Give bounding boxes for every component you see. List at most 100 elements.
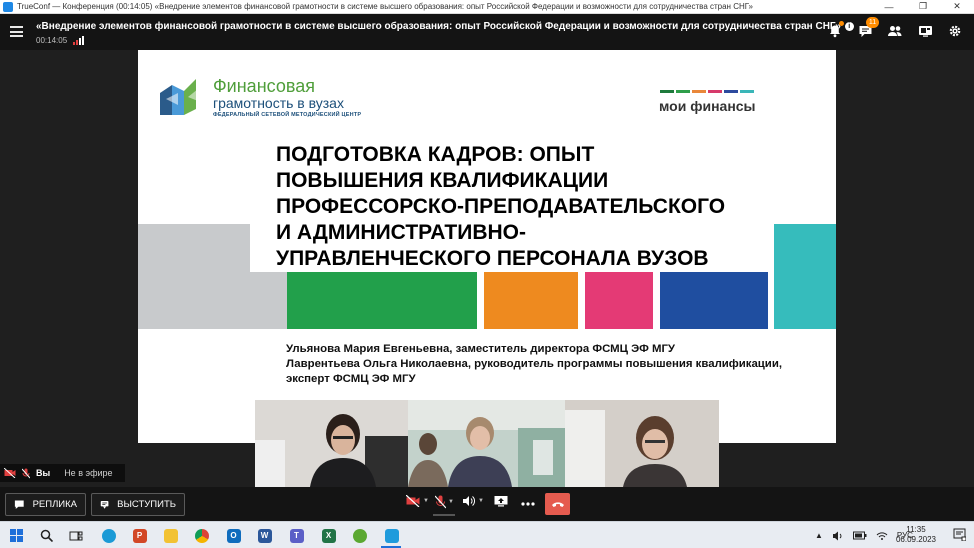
speak-button[interactable]: ВЫСТУПИТЬ (91, 493, 185, 516)
shared-presentation-slide: Финансовая грамотность в вузах ФЕДЕРАЛЬН… (138, 50, 836, 443)
self-status-bar: Вы Не в эфире (0, 464, 125, 482)
call-toolbar: РЕПЛИКА ВЫСТУПИТЬ ▼ ▼ ▼ (0, 487, 974, 521)
camera-toggle[interactable]: ▼ (406, 495, 429, 507)
edge-browser-icon[interactable] (100, 527, 117, 544)
file-explorer-icon[interactable] (162, 527, 179, 544)
chrome-browser-icon[interactable] (193, 527, 210, 544)
speakers-list: Ульянова Мария Евгеньевна, заместитель д… (286, 342, 806, 387)
chevron-down-icon[interactable]: ▼ (423, 498, 429, 504)
participant-3-video (565, 400, 719, 487)
battery-icon[interactable] (852, 531, 867, 540)
speaker-2: Лаврентьева Ольга Николаевна, руководите… (286, 358, 782, 385)
speaker-volume-icon (463, 496, 475, 506)
participant-1-video (255, 400, 408, 487)
chevron-down-icon[interactable]: ▼ (448, 499, 454, 505)
volume-icon[interactable] (832, 531, 844, 541)
speaker-1: Ульянова Мария Евгеньевна, заместитель д… (286, 343, 676, 355)
notifications-bell-icon[interactable] (824, 20, 846, 42)
more-dots-icon (521, 502, 535, 506)
taskbar-clock[interactable]: 11:35 06.09.2023 (896, 525, 936, 545)
chevron-down-icon[interactable]: ▼ (478, 498, 484, 504)
slide-heading-line: ПРОФЕССОРСКО-ПРЕПОДАВАТЕЛЬСКОГО (276, 195, 726, 218)
content-share-icon[interactable] (914, 20, 936, 42)
window-title: TrueConf — Конференция (00:14:05) «Внедр… (17, 2, 753, 11)
mic-off-icon (435, 495, 446, 509)
brand-tagline: ФЕДЕРАЛЬНЫЙ СЕТЕВОЙ МЕТОДИЧЕСКИЙ ЦЕНТР (213, 112, 362, 118)
word-icon[interactable]: W (256, 527, 273, 544)
reply-button[interactable]: РЕПЛИКА (5, 493, 86, 516)
maximize-button[interactable]: ❐ (906, 0, 940, 14)
partner-logo-bar-segment (740, 90, 754, 93)
slide-heading-line: УПРАВЛЕНЧЕСКОГО ПЕРСОНАЛА ВУЗОВ (276, 247, 709, 270)
windows-start-icon[interactable] (8, 527, 25, 544)
menu-icon[interactable] (10, 26, 23, 37)
close-window-button[interactable]: ✕ (940, 0, 974, 14)
speaker-volume-control[interactable]: ▼ (462, 495, 484, 507)
participant-video-tile[interactable] (255, 400, 408, 487)
conference-timer: 00:14:05 (36, 36, 68, 45)
reply-chat-icon (14, 500, 24, 509)
brand-title: Финансовая (213, 76, 315, 96)
windows-taskbar: P O W T X ▲ РУС 11:35 06.09.2023 (0, 521, 974, 548)
os-window-titlebar: TrueConf — Конференция (00:14:05) «Внедр… (0, 0, 974, 14)
slide-heading-line: И АДМИНИСТРАТИВНО- (276, 221, 527, 244)
slide-heading-line: ПОДГОТОВКА КАДРОВ: ОПЫТ (276, 143, 595, 166)
partner-logo-bar-segment (692, 90, 706, 93)
mic-level-meter (433, 514, 455, 516)
torrent-client-icon[interactable] (351, 527, 368, 544)
participant-video-strip (255, 400, 719, 487)
chat-icon[interactable]: 11 (854, 17, 879, 42)
mic-off-icon (22, 468, 30, 478)
slide-stripe-teal (774, 224, 836, 329)
partner-logo-bar-segment (724, 90, 738, 93)
participants-icon[interactable] (884, 20, 906, 42)
camera-off-icon (406, 495, 420, 507)
conference-title: «Внедрение элементов финансовой грамотно… (36, 21, 854, 32)
settings-gear-icon[interactable] (944, 20, 966, 42)
wifi-icon[interactable] (876, 531, 888, 541)
minimize-button[interactable]: — (872, 0, 906, 14)
hang-up-button[interactable] (545, 493, 570, 515)
partner-logo-bar (660, 90, 754, 93)
trueconf-app-icon (3, 1, 13, 12)
outlook-icon[interactable]: O (225, 527, 242, 544)
slide-stripe-gray-left (138, 224, 250, 329)
clock-date: 06.09.2023 (895, 535, 936, 544)
more-options-button[interactable] (521, 502, 535, 506)
partner-logo-bar-segment (676, 90, 690, 93)
financial-literacy-logo-icon (160, 79, 198, 115)
microphone-toggle[interactable]: ▼ (435, 495, 454, 509)
raise-hand-icon (100, 501, 109, 509)
screen-share-icon (494, 496, 508, 507)
broadcast-status: Не в эфире (64, 468, 113, 478)
brand-subtitle: грамотность в вузах (213, 95, 344, 111)
screen-share-button[interactable] (494, 495, 508, 507)
slide-heading: ПОДГОТОВКА КАДРОВ: ОПЫТ ПОВЫШЕНИЯ КВАЛИФ… (276, 142, 756, 272)
clock-time: 11:35 (906, 525, 926, 534)
notification-dot (839, 21, 844, 26)
teams-icon[interactable]: T (288, 527, 305, 544)
conference-header: «Внедрение элементов финансовой грамотно… (0, 14, 974, 50)
partner-logo-text: мои финансы (659, 98, 756, 114)
participant-2-video (408, 400, 565, 487)
powerpoint-icon[interactable]: P (131, 527, 148, 544)
speak-button-label: ВЫСТУПИТЬ (117, 499, 176, 510)
participant-video-tile[interactable] (408, 400, 565, 487)
partner-logo-bar-segment (660, 90, 674, 93)
task-view-icon[interactable] (67, 527, 84, 544)
camera-off-icon (4, 468, 16, 478)
chat-unread-badge: 11 (866, 17, 879, 28)
reply-button-label: РЕПЛИКА (32, 499, 77, 510)
participant-video-tile[interactable] (565, 400, 719, 487)
search-icon[interactable] (38, 527, 55, 544)
connection-quality-icon[interactable] (73, 36, 84, 45)
hang-up-phone-icon (551, 501, 564, 507)
conference-title-text: «Внедрение элементов финансовой грамотно… (36, 21, 841, 32)
trueconf-taskbar-icon[interactable] (383, 527, 400, 544)
notification-center-icon[interactable] (953, 528, 967, 546)
partner-logo-bar-segment (708, 90, 722, 93)
self-name: Вы (36, 468, 51, 478)
excel-icon[interactable]: X (320, 527, 337, 544)
slide-heading-line: ПОВЫШЕНИЯ КВАЛИФИКАЦИИ (276, 169, 609, 192)
tray-overflow-chevron-icon[interactable]: ▲ (815, 531, 823, 540)
